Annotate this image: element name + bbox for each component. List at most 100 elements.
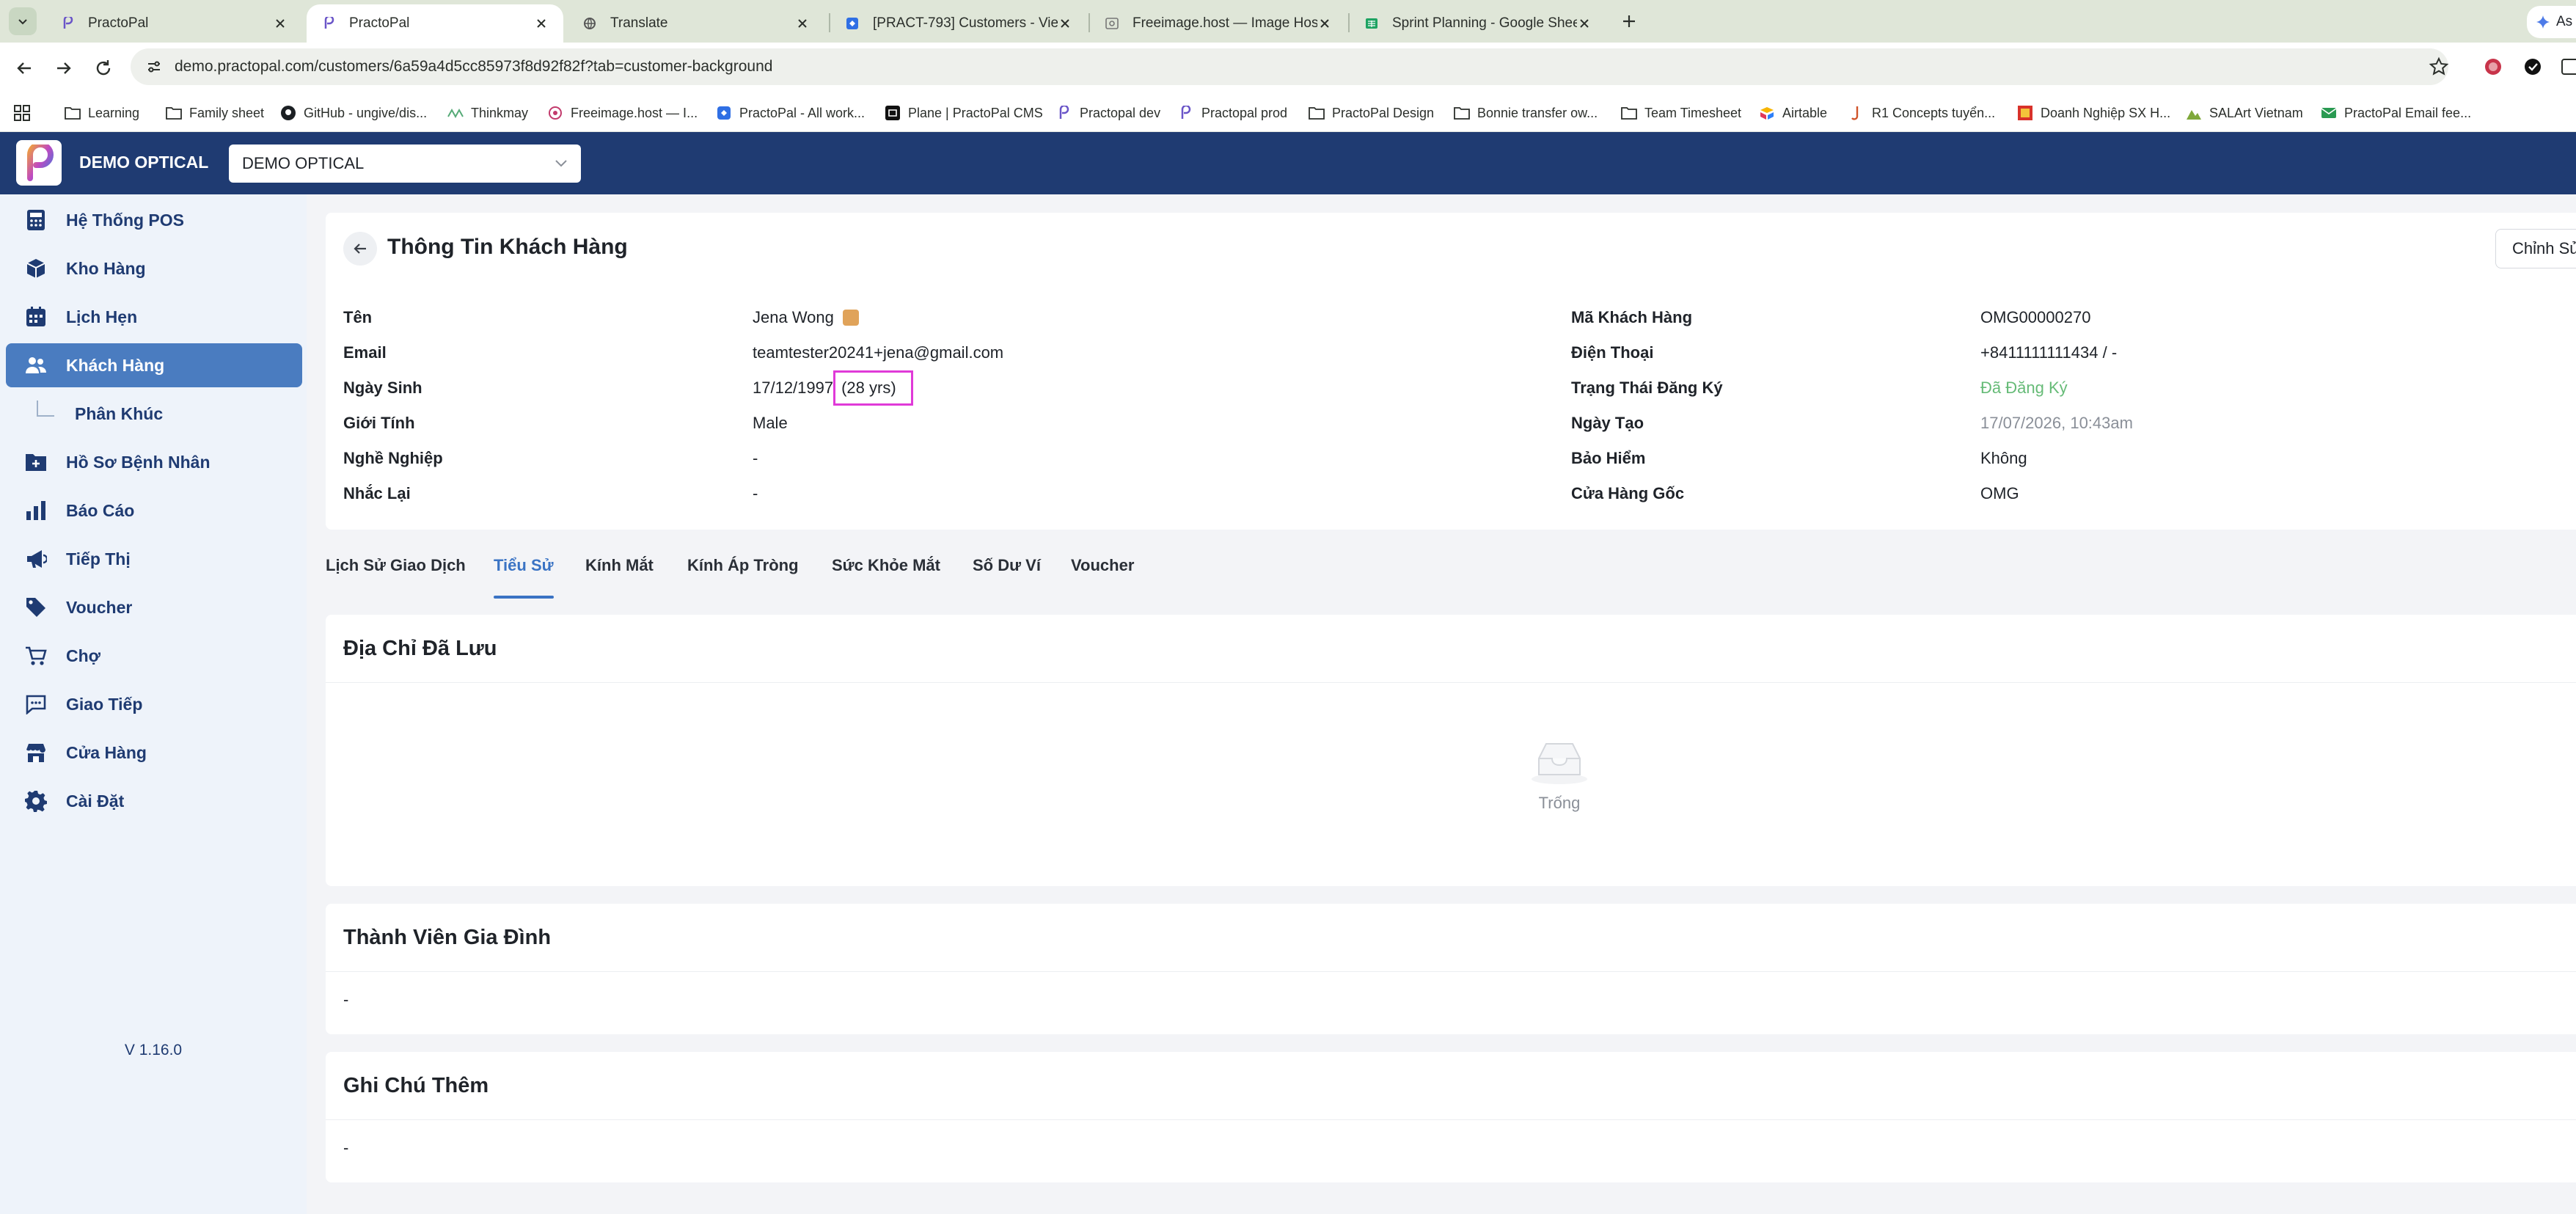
edit-button[interactable]: Chỉnh Sửa bbox=[2495, 229, 2576, 268]
close-tab-icon[interactable] bbox=[534, 16, 549, 31]
bookmark-label: PractoPal - All work... bbox=[739, 105, 866, 120]
label-gender: Giới Tính bbox=[343, 414, 415, 432]
field-label: Điện Thoại bbox=[1571, 338, 1653, 368]
bookmark-item[interactable]: R1 Concepts tuyển... bbox=[1848, 101, 1995, 125]
family-members-card: Thành Viên Gia Đình - bbox=[326, 904, 2576, 1034]
bookmark-item[interactable]: PractoPal Design bbox=[1309, 101, 1434, 125]
close-tab-icon[interactable] bbox=[795, 16, 810, 31]
globe-favicon-icon bbox=[582, 16, 597, 31]
empty-state-text: Trống bbox=[1538, 794, 1581, 812]
practopal-logo[interactable] bbox=[16, 140, 62, 186]
sidebar-item-segments[interactable]: Phân Khúc bbox=[6, 392, 302, 436]
label-created-date: Ngày Tạo bbox=[1571, 414, 1644, 432]
side-panel-icon[interactable] bbox=[2560, 56, 2576, 78]
back-arrow-icon[interactable] bbox=[13, 57, 35, 79]
sidebar-item-marketing[interactable]: Tiếp Thị bbox=[6, 537, 302, 581]
bookmark-item[interactable]: Practopal prod bbox=[1178, 101, 1287, 125]
section-title: Thành Viên Gia Đình bbox=[343, 926, 552, 949]
back-button[interactable] bbox=[343, 232, 377, 266]
sidebar-item-inventory[interactable]: Kho Hàng bbox=[6, 246, 302, 290]
close-tab-icon[interactable] bbox=[1317, 16, 1332, 31]
label-insurance: Bảo Hiểm bbox=[1571, 449, 1646, 467]
org-select[interactable]: DEMO OPTICAL bbox=[229, 145, 581, 183]
address-bar[interactable]: demo.practopal.com/customers/6a59a4d5cc8… bbox=[131, 48, 2448, 85]
bookmark-label: Plane | PractoPal CMS bbox=[908, 105, 1043, 120]
bookmark-item[interactable]: PractoPal Email fee... bbox=[2321, 101, 2471, 125]
tab-contact-lenses[interactable]: Kính Áp Tròng bbox=[687, 556, 799, 600]
field-label: Tên bbox=[343, 303, 372, 332]
bookmarks-bar: Learning Family sheet GitHub - ungive/di… bbox=[0, 94, 2576, 132]
sidebar-item-voucher[interactable]: Voucher bbox=[6, 585, 302, 629]
bookmark-item[interactable]: Bonnie transfer ow... bbox=[1454, 101, 1598, 125]
sidebar-item-label: Khách Hàng bbox=[66, 355, 165, 375]
forward-arrow-icon[interactable] bbox=[53, 57, 75, 79]
tab-search-button[interactable] bbox=[9, 7, 37, 35]
sidebar-item-stores[interactable]: Cửa Hàng bbox=[6, 731, 302, 775]
value-birthday: 17/12/1997 bbox=[753, 379, 834, 397]
chat-icon bbox=[23, 692, 48, 717]
sidebar-item-settings[interactable]: Cài Đặt bbox=[6, 779, 302, 823]
field-label: Bảo Hiểm bbox=[1571, 444, 1645, 473]
tab-voucher[interactable]: Voucher bbox=[1071, 556, 1134, 600]
tab-eyeglasses[interactable]: Kính Mắt bbox=[585, 556, 654, 600]
sidebar-item-patient-records[interactable]: Hồ Sơ Bệnh Nhân bbox=[6, 440, 302, 484]
value-occupation: - bbox=[753, 449, 758, 467]
bookmark-item[interactable]: Airtable bbox=[1759, 101, 1827, 125]
browser-tab[interactable]: PractoPal bbox=[45, 4, 302, 43]
chevron-down-icon bbox=[555, 160, 567, 167]
browser-tab[interactable]: Translate bbox=[568, 4, 824, 43]
field-label: Trạng Thái Đăng Ký bbox=[1571, 373, 1723, 403]
label-occupation: Nghề Nghiệp bbox=[343, 449, 443, 467]
close-tab-icon[interactable] bbox=[1577, 16, 1592, 31]
bookmark-item[interactable]: Practopal dev bbox=[1056, 101, 1160, 125]
tab-background[interactable]: Tiểu Sử bbox=[494, 556, 554, 600]
sidebar-item-label: Cửa Hàng bbox=[66, 742, 147, 762]
browser-tab[interactable]: Freeimage.host — Image Hostin bbox=[1090, 4, 1347, 43]
new-tab-icon[interactable] bbox=[1618, 10, 1640, 32]
bookmark-item[interactable]: Freeimage.host — I... bbox=[547, 101, 698, 125]
notes-card: Ghi Chú Thêm - bbox=[326, 1052, 2576, 1182]
bookmark-item[interactable]: Team Timesheet bbox=[1621, 101, 1741, 125]
close-tab-icon[interactable] bbox=[273, 16, 288, 31]
bookmark-label: Airtable bbox=[1782, 105, 1828, 120]
close-tab-icon[interactable] bbox=[1058, 16, 1072, 31]
folder-icon bbox=[1621, 105, 1637, 121]
bookmark-item[interactable]: GitHub - ungive/dis... bbox=[280, 101, 427, 125]
sidebar-item-pos[interactable]: Hệ Thống POS bbox=[6, 198, 302, 242]
bookmark-star-icon[interactable] bbox=[2428, 56, 2450, 78]
browser-tab[interactable]: [PRACT-793] Customers - Vietna bbox=[830, 4, 1087, 43]
bookmark-item[interactable]: Family sheet bbox=[166, 101, 264, 125]
sidebar-item-label: Hệ Thống POS bbox=[66, 210, 184, 230]
sidebar: Hệ Thống POS Kho Hàng Lịch Hẹn Khách Hàn… bbox=[0, 194, 307, 1214]
gemini-tab-label: As bbox=[2556, 14, 2573, 29]
tab-transaction-history[interactable]: Lịch Sử Giao Dịch bbox=[326, 556, 466, 600]
extension-red-icon[interactable] bbox=[2482, 56, 2504, 78]
bookmark-item[interactable]: PractoPal - All work... bbox=[716, 101, 865, 125]
divider bbox=[326, 682, 2576, 683]
sidebar-item-appointments[interactable]: Lịch Hẹn bbox=[6, 295, 302, 339]
sidebar-item-reports[interactable]: Báo Cáo bbox=[6, 489, 302, 533]
apps-grid-icon[interactable] bbox=[13, 104, 31, 122]
browser-tab-active[interactable]: PractoPal bbox=[307, 4, 563, 43]
gemini-tab[interactable]: As bbox=[2527, 6, 2576, 38]
reload-icon[interactable] bbox=[92, 57, 114, 79]
megaphone-icon bbox=[23, 546, 48, 571]
tab-wallet-balance[interactable]: Số Dư Ví bbox=[973, 556, 1041, 600]
submenu-corner bbox=[37, 401, 54, 417]
extension-check-icon[interactable] bbox=[2522, 56, 2544, 78]
sidebar-item-customers[interactable]: Khách Hàng bbox=[6, 343, 302, 387]
site-info-icon[interactable] bbox=[145, 58, 163, 76]
bookmark-item[interactable]: Plane | PractoPal CMS bbox=[885, 101, 1043, 125]
label-name: Tên bbox=[343, 308, 373, 326]
sidebar-item-communication[interactable]: Giao Tiếp bbox=[6, 682, 302, 726]
bookmark-item[interactable]: Doanh Nghiệp SX H... bbox=[2017, 101, 2170, 125]
bookmark-label: PractoPal Email fee... bbox=[2344, 105, 2472, 120]
bookmark-label: Bonnie transfer ow... bbox=[1477, 105, 1598, 120]
sidebar-item-market[interactable]: Chợ bbox=[6, 634, 302, 678]
bookmark-item[interactable]: SALArt Vietnam bbox=[2186, 101, 2303, 125]
tab-eye-health[interactable]: Sức Khỏe Mắt bbox=[832, 556, 940, 600]
bookmark-item[interactable]: Thinkmay bbox=[447, 101, 528, 125]
browser-tab[interactable]: Sprint Planning - Google Sheets bbox=[1350, 4, 1606, 43]
value-home-store: OMG bbox=[1980, 484, 2019, 502]
bookmark-item[interactable]: Learning bbox=[65, 101, 139, 125]
